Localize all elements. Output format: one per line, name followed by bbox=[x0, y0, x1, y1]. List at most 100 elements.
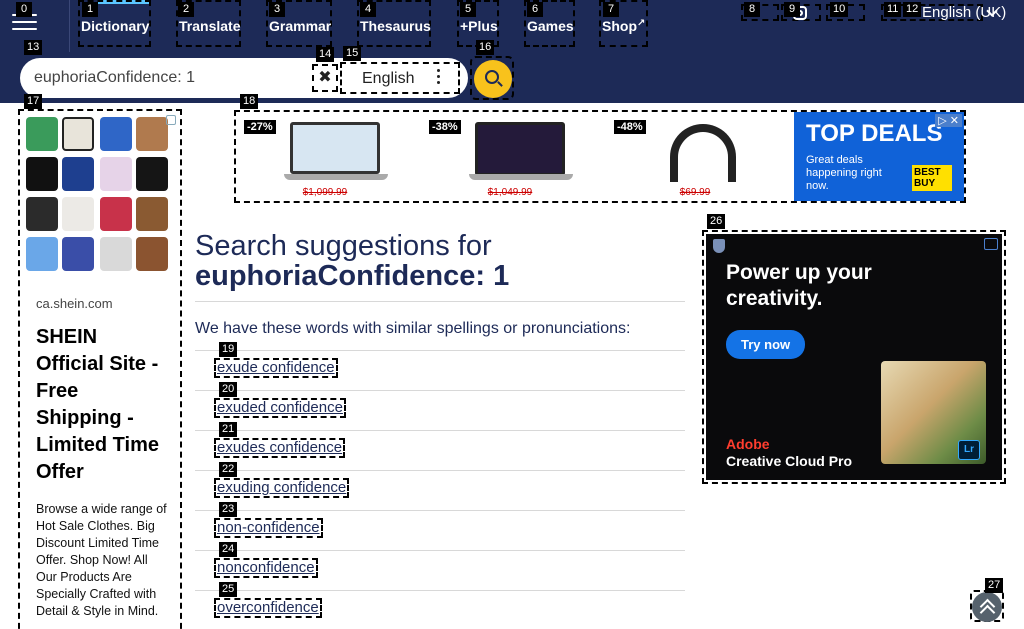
product-price: $1,099.99 bbox=[302, 187, 348, 198]
deals-subtitle: Great deals happening right now. bbox=[806, 154, 882, 192]
nav-label: Dictionary bbox=[81, 18, 150, 34]
nav-label: Thesaurus bbox=[360, 18, 431, 34]
menu-icon[interactable] bbox=[12, 14, 37, 34]
page: 0 Dictionary 1 Translate 2 Grammar 3 The… bbox=[0, 0, 1024, 629]
ad-product: -38% $1,049.99 bbox=[425, 118, 595, 198]
search-input[interactable] bbox=[34, 67, 304, 89]
list-item: exuded confidence bbox=[195, 390, 685, 430]
discount-badge: -27% bbox=[244, 120, 276, 134]
list-item: exudes confidence bbox=[195, 430, 685, 470]
suggestion-link[interactable]: exuded confidence bbox=[214, 398, 346, 418]
close-icon: ✖ bbox=[318, 69, 332, 86]
nav-divider bbox=[69, 0, 70, 52]
ad-product-image bbox=[24, 117, 176, 273]
deals-title: TOP DEALS bbox=[806, 120, 943, 147]
ad-brand: Adobe Creative Cloud Pro bbox=[726, 436, 852, 470]
suggestion-link[interactable]: exudes confidence bbox=[214, 438, 346, 458]
nav-label: +Plus bbox=[460, 18, 498, 34]
element-tag: 23 bbox=[219, 502, 238, 517]
suggestion-link[interactable]: non-confidence bbox=[214, 518, 323, 538]
double-chevron-up-icon bbox=[972, 592, 1002, 622]
nav-label: Shop bbox=[602, 18, 637, 34]
more-options-icon bbox=[437, 69, 441, 86]
product-price: $69.99 bbox=[679, 187, 711, 198]
scroll-to-top-button[interactable] bbox=[970, 590, 1004, 622]
page-title-query: euphoriaConfidence: 1 bbox=[195, 260, 510, 292]
laptop-image bbox=[475, 122, 565, 176]
right-ad[interactable]: Power up your creativity. Try now Lr Ado… bbox=[702, 230, 1006, 484]
external-link-icon: ↗ bbox=[637, 18, 646, 29]
element-tag: 18 bbox=[240, 94, 259, 109]
element-tag: 12 bbox=[903, 2, 922, 17]
nav-label: Grammar bbox=[269, 18, 332, 34]
top-nav-bar bbox=[0, 0, 1024, 52]
laptop-image bbox=[290, 122, 380, 174]
element-tag: 20 bbox=[219, 382, 238, 397]
ad-product: -27% $1,099.99 bbox=[240, 118, 410, 198]
element-tag: 17 bbox=[24, 94, 43, 109]
element-tag: 14 bbox=[316, 47, 335, 62]
element-tag: 0 bbox=[16, 2, 32, 17]
element-tag: 11 bbox=[884, 2, 902, 17]
dictionary-language-button[interactable]: English bbox=[340, 62, 460, 94]
element-tag: 5 bbox=[460, 2, 476, 17]
ad-body: Browse a wide range of Hot Sale Clothes.… bbox=[36, 502, 167, 618]
element-tag: 9 bbox=[784, 2, 800, 17]
deals-panel: TOP DEALS Great deals happening right no… bbox=[794, 112, 964, 201]
discount-badge: -38% bbox=[429, 120, 461, 134]
list-item: exude confidence bbox=[195, 350, 685, 390]
product-label: Creative Cloud Pro bbox=[726, 453, 853, 469]
element-tag: 19 bbox=[219, 342, 238, 357]
close-icon[interactable]: ▷ ✕ bbox=[935, 114, 962, 127]
element-tag: 27 bbox=[985, 578, 1004, 593]
page-title: Search suggestions for bbox=[195, 230, 492, 262]
element-tag: 7 bbox=[603, 2, 619, 17]
suggestion-link[interactable]: nonconfidence bbox=[214, 558, 318, 578]
product-price: $1,049.99 bbox=[487, 187, 533, 198]
ad-background: Power up your creativity. Try now Lr Ado… bbox=[706, 234, 1002, 480]
ad-choices-icon[interactable] bbox=[166, 115, 176, 125]
laptop-base-image bbox=[469, 174, 573, 180]
ad-domain: ca.shein.com bbox=[36, 296, 113, 311]
element-tag: 16 bbox=[476, 40, 495, 55]
element-tag: 15 bbox=[343, 46, 362, 61]
element-tag: 4 bbox=[360, 2, 376, 17]
suggestions-intro: We have these words with similar spellin… bbox=[195, 320, 631, 337]
ad-headline: Power up your creativity. bbox=[726, 261, 872, 310]
ad-choices-icon[interactable] bbox=[984, 238, 998, 250]
suggestion-link[interactable]: exuding confidence bbox=[214, 478, 350, 498]
best-buy-logo: BEST BUY bbox=[912, 165, 952, 191]
list-item: exuding confidence bbox=[195, 470, 685, 510]
discount-badge: -48% bbox=[614, 120, 646, 134]
element-tag: 13 bbox=[24, 40, 43, 55]
element-tag: 24 bbox=[219, 542, 238, 557]
list-item: non-confidence bbox=[195, 510, 685, 550]
headphones-image bbox=[670, 124, 736, 182]
list-item: nonconfidence bbox=[195, 550, 685, 590]
element-tag: 1 bbox=[82, 2, 98, 17]
nav-label: Translate bbox=[179, 18, 241, 34]
element-tag: 21 bbox=[219, 422, 238, 437]
list-item: overconfidence bbox=[195, 590, 685, 629]
banner-ad[interactable]: -27% $1,099.99 -38% $1,049.99 -48% $69.9… bbox=[234, 110, 966, 203]
element-tag: 25 bbox=[219, 582, 238, 597]
dictionary-language-label: English bbox=[362, 70, 415, 87]
ad-product: -48% $69.99 bbox=[610, 118, 780, 198]
element-tag: 6 bbox=[527, 2, 543, 17]
shield-icon bbox=[713, 239, 725, 253]
element-tag: 10 bbox=[830, 2, 849, 17]
nav-label: Games bbox=[527, 18, 574, 34]
suggestion-link[interactable]: exude confidence bbox=[214, 358, 338, 378]
laptop-base-image bbox=[284, 174, 388, 180]
clear-search-button[interactable]: ✖ bbox=[312, 64, 338, 92]
left-ad[interactable]: ca.shein.com SHEIN Official Site - Free … bbox=[18, 109, 182, 629]
suggestion-link[interactable]: overconfidence bbox=[214, 598, 322, 618]
lightroom-icon: Lr bbox=[958, 440, 980, 460]
element-tag: 26 bbox=[707, 214, 726, 229]
try-now-button[interactable]: Try now bbox=[726, 330, 806, 359]
element-tag: 2 bbox=[178, 2, 194, 17]
element-tag: 22 bbox=[219, 462, 238, 477]
adobe-label: Adobe bbox=[726, 436, 770, 452]
search-icon bbox=[474, 60, 512, 98]
search-button[interactable] bbox=[470, 56, 514, 100]
